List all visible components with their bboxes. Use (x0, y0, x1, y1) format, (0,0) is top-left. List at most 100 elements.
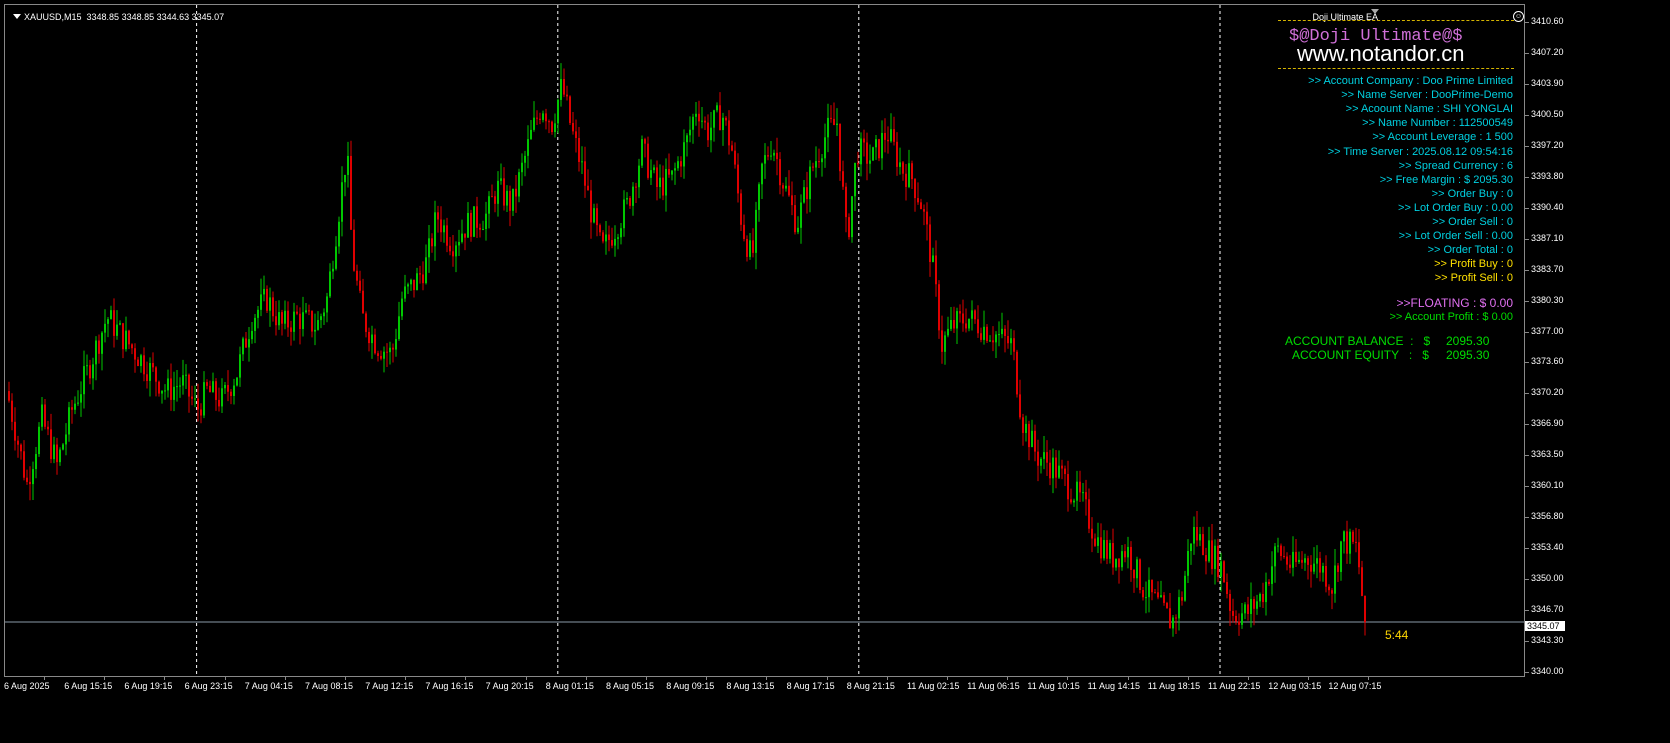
bull-candle (389, 347, 391, 353)
bear-candle (377, 353, 379, 356)
bull-candle (278, 312, 280, 326)
time-tick-mark (284, 676, 286, 680)
price-tick-label: 3366.90 (1531, 418, 1564, 429)
bear-candle (131, 344, 133, 349)
bull-candle (284, 310, 286, 324)
bull-candle (1193, 526, 1195, 544)
time-tick-label: 7 Aug 12:15 (365, 681, 414, 691)
bear-candle (365, 313, 367, 332)
bear-candle (629, 198, 631, 206)
bear-candle (1007, 336, 1009, 344)
bull-candle (1184, 575, 1186, 601)
chart-shift-marker-icon[interactable] (1371, 9, 1379, 14)
account-info-line: >> Free Margin : $ 2095.30 (1379, 173, 1513, 186)
bear-candle (1346, 531, 1348, 554)
bear-candle (1325, 566, 1327, 587)
bear-candle (1067, 474, 1069, 500)
time-tick-mark (826, 676, 828, 680)
time-axis[interactable]: 6 Aug 2025 6 Aug 15:15 6 Aug 19:15 6 Aug 23… (0, 676, 1525, 698)
bull-candle (998, 334, 1000, 336)
price-tick-label: 3400.50 (1531, 108, 1564, 119)
bear-candle (1079, 481, 1081, 493)
bear-candle (29, 481, 31, 485)
bull-candle (497, 180, 499, 204)
bull-candle (1058, 465, 1060, 478)
account-info-line: >> Acoount Name : SHI YONGLAI (1345, 103, 1513, 116)
bear-candle (1361, 567, 1363, 596)
bear-candle (1055, 457, 1057, 478)
bear-candle (299, 313, 301, 330)
bull-candle (1220, 561, 1222, 577)
time-tick-label: 7 Aug 20:15 (485, 681, 534, 691)
bull-candle (248, 339, 250, 348)
bull-candle (983, 326, 985, 340)
symbol-name: XAUUSD,M15 (24, 12, 82, 22)
bull-candle (1214, 545, 1216, 569)
bull-candle (92, 364, 94, 379)
bear-candle (380, 355, 382, 359)
bull-candle (1010, 338, 1012, 344)
bear-candle (698, 113, 700, 122)
bear-candle (1106, 540, 1108, 559)
bull-candle (1340, 541, 1342, 572)
bear-candle (806, 187, 808, 200)
bear-candle (896, 141, 898, 167)
bear-candle (1229, 593, 1231, 611)
bull-candle (305, 310, 307, 313)
bull-candle (401, 298, 403, 317)
price-tick-label: 3410.60 (1531, 16, 1564, 26)
symbol-menu-icon[interactable] (13, 14, 21, 19)
account-info-line: >> Lot Order Sell : 0.00 (1398, 230, 1513, 243)
bull-candle (1025, 423, 1027, 433)
account-balance-value: 2095.30 (1446, 334, 1490, 348)
bull-candle (434, 212, 436, 247)
bear-candle (1217, 545, 1219, 577)
bull-candle (512, 188, 514, 211)
bull-candle (1334, 565, 1336, 594)
bear-candle (266, 288, 268, 311)
price-tick-mark (1525, 300, 1529, 302)
bear-candle (725, 117, 727, 121)
bull-candle (80, 394, 82, 403)
bull-candle (1178, 597, 1180, 619)
bull-candle (764, 155, 766, 164)
bull-candle (1043, 452, 1045, 459)
bull-candle (824, 137, 826, 159)
bear-candle (539, 118, 541, 120)
price-tick-label: 3360.10 (1531, 480, 1564, 491)
ea-smiley-icon[interactable]: ☺ (1513, 11, 1524, 22)
price-tick-mark (1525, 579, 1529, 581)
bear-candle (128, 330, 130, 345)
bear-candle (1331, 590, 1333, 594)
bull-candle (542, 113, 544, 120)
time-tick-label: 11 Aug 22:15 (1208, 681, 1261, 691)
bull-candle (338, 221, 340, 247)
price-tick-mark (1525, 610, 1529, 612)
price-tick-mark (1525, 83, 1529, 85)
bear-candle (704, 120, 706, 123)
bear-candle (866, 142, 868, 164)
bear-candle (20, 444, 22, 452)
account-info-line: >> Account Leverage : 1 500 (1372, 131, 1513, 144)
bear-candle (767, 155, 769, 157)
time-tick-label: 8 Aug 21:15 (846, 681, 895, 691)
bear-candle (275, 316, 277, 326)
bull-candle (425, 257, 427, 284)
time-tick-label: 11 Aug 06:15 (967, 681, 1020, 691)
price-tick-label: 3350.00 (1531, 573, 1564, 584)
price-axis[interactable]: 3410.60 3407.20 3403.90 3400.50 3397.20 3393.… (1525, 0, 1570, 743)
account-info-line: >> Order Sell : 0 (1432, 216, 1513, 228)
bear-candle (368, 331, 370, 344)
bear-candle (1100, 537, 1102, 559)
bear-candle (143, 355, 145, 375)
bull-candle (626, 198, 628, 200)
bull-candle (1349, 531, 1351, 554)
bear-candle (587, 185, 589, 191)
account-info-line: >> Order Buy : 0 (1431, 187, 1513, 200)
price-tick-mark (1525, 672, 1529, 673)
bear-candle (1049, 462, 1051, 479)
bear-candle (515, 188, 517, 197)
account-info-line: >> Profit Sell : 0 (1434, 272, 1513, 285)
bull-candle (695, 113, 697, 117)
bull-candle (665, 168, 667, 196)
